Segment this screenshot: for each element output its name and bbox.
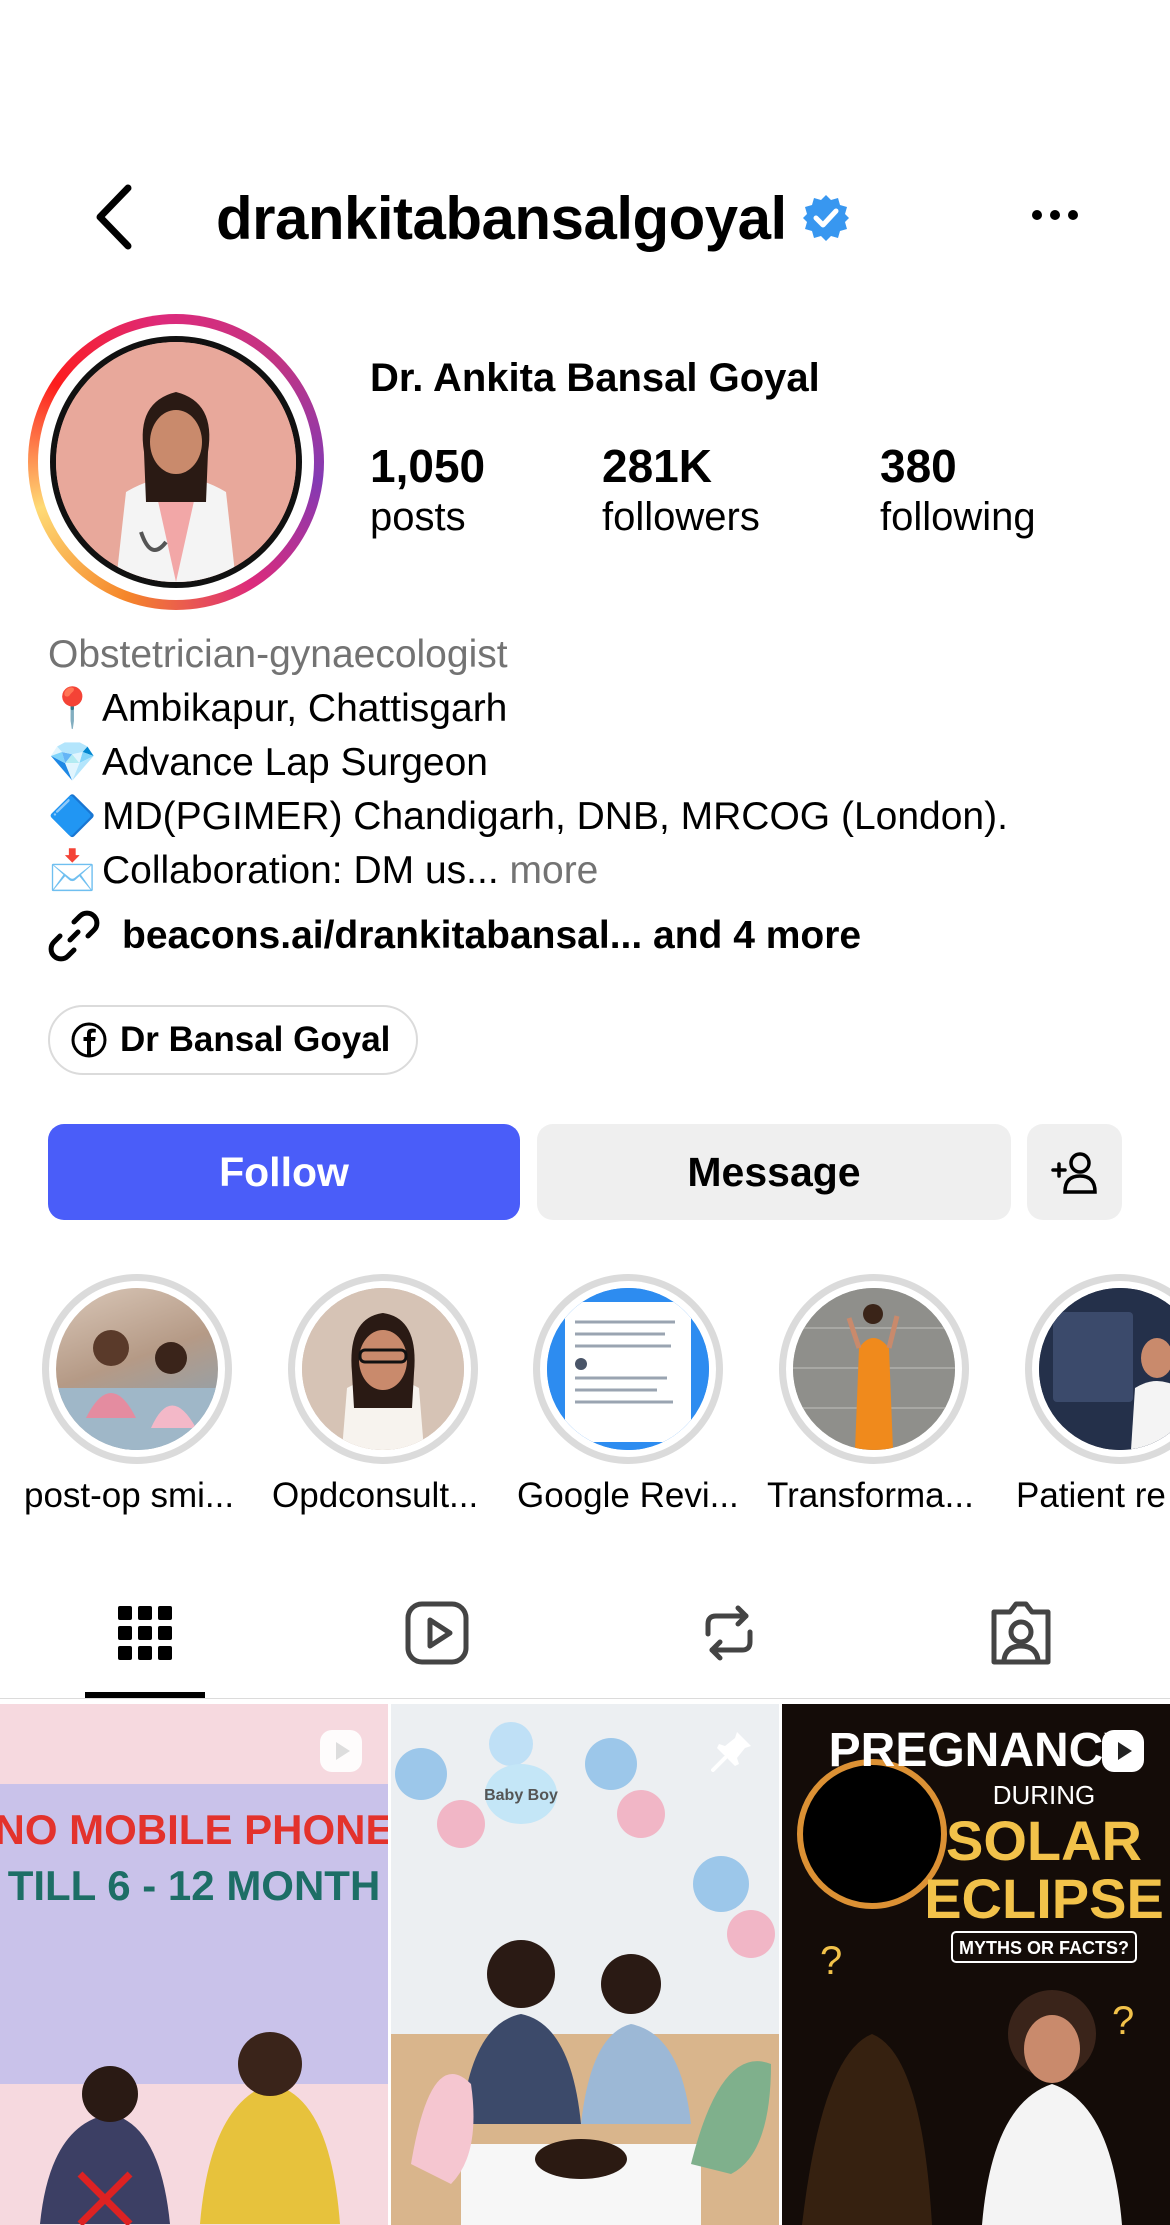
stat-value: 380 xyxy=(880,440,957,492)
avatar[interactable] xyxy=(50,336,302,588)
message-button[interactable]: Message xyxy=(537,1124,1011,1220)
highlight-opdconsult[interactable] xyxy=(288,1274,478,1464)
reel-badge-icon xyxy=(320,1730,362,1772)
bio-text: Collaboration: DM us... xyxy=(102,849,499,892)
highlight-label: Opdconsult... xyxy=(272,1476,479,1515)
bio-text: MD(PGIMER) Chandigarh, DNB, MRCOG (Londo… xyxy=(102,795,1008,838)
highlight-google-reviews[interactable] xyxy=(533,1274,723,1464)
highlight-thumbnail xyxy=(793,1288,955,1450)
bio-line-collab: 📩 Collaboration: DM us... more xyxy=(48,844,1128,898)
link-icon xyxy=(48,910,100,962)
post-tile[interactable]: Baby Boy xyxy=(391,1704,779,2225)
post-thumbnail: Baby Boy xyxy=(391,1704,779,2225)
post-text: MYTHS OR FACTS? xyxy=(959,1938,1129,1958)
highlight-post-op[interactable] xyxy=(42,1274,232,1464)
stat-label: following xyxy=(880,495,1036,539)
reel-badge-icon xyxy=(1102,1730,1144,1772)
highlight-patient-reviews[interactable] xyxy=(1025,1274,1170,1464)
username: drankitabansalgoyal xyxy=(216,184,787,252)
svg-text:?: ? xyxy=(1112,1999,1134,2043)
pinned-icon xyxy=(711,1732,751,1772)
post-text: PREGNANCY xyxy=(829,1724,1136,1777)
post-text: DURING xyxy=(993,1780,1096,1810)
stat-posts[interactable]: 1,050 posts xyxy=(370,440,485,542)
diamond-icon: 🔷 xyxy=(48,795,97,838)
post-text: NO MOBILE PHONE xyxy=(0,1806,388,1853)
grid-tab-icon[interactable] xyxy=(110,1598,180,1668)
bio: Obstetrician-gynaecologist 📍 Ambikapur, C… xyxy=(48,628,1128,898)
bio-text: Advance Lap Surgeon xyxy=(102,741,488,784)
link-text: beacons.ai/drankitabansal... and 4 more xyxy=(122,914,862,957)
reposts-tab-icon[interactable] xyxy=(694,1598,764,1668)
stat-followers[interactable]: 281K followers xyxy=(602,440,760,542)
gem-icon: 💎 xyxy=(48,741,97,784)
envelope-icon: 📩 xyxy=(48,849,97,892)
display-name: Dr. Ankita Bansal Goyal xyxy=(370,356,820,400)
highlight-thumbnail xyxy=(56,1330,218,1450)
highlight-label: Google Revi... xyxy=(517,1476,739,1515)
post-thumbnail: NO MOBILE PHONE TILL 6 - 12 MONTH xyxy=(0,1704,388,2225)
highlight-label: Transforma... xyxy=(767,1476,974,1515)
facebook-icon xyxy=(71,1022,107,1058)
verified-badge-icon xyxy=(802,195,849,241)
stat-label: posts xyxy=(370,495,466,539)
add-user-icon xyxy=(1050,1152,1097,1194)
pin-icon: 📍 xyxy=(48,687,97,730)
tagged-tab-icon[interactable] xyxy=(986,1598,1056,1668)
svg-text:?: ? xyxy=(820,1939,842,1983)
stat-value: 1,050 xyxy=(370,440,486,492)
post-text: Baby Boy xyxy=(484,1787,558,1804)
post-tile[interactable]: NO MOBILE PHONE TILL 6 - 12 MONTH xyxy=(0,1704,388,2225)
stat-value: 281K xyxy=(602,440,712,492)
external-link[interactable]: beacons.ai/drankitabansal... and 4 more xyxy=(48,910,861,962)
more-options-icon[interactable] xyxy=(1030,200,1080,230)
suggested-users-button[interactable] xyxy=(1027,1124,1122,1220)
highlight-label: Patient re xyxy=(1016,1476,1166,1515)
stat-label: followers xyxy=(602,495,760,539)
post-text: TILL 6 - 12 MONTH xyxy=(8,1862,381,1909)
stat-following[interactable]: 380 following xyxy=(880,440,1036,542)
bio-line-location: 📍 Ambikapur, Chattisgarh xyxy=(48,682,1128,736)
facebook-profile-chip[interactable]: Dr Bansal Goyal xyxy=(48,1005,419,1075)
facebook-label: Dr Bansal Goyal xyxy=(120,1020,391,1059)
highlight-thumbnail xyxy=(547,1288,709,1450)
post-text: ECLIPSE xyxy=(924,1867,1164,1930)
post-tile[interactable]: ? ? PREGNANCY DURING SOLAR ECLIPSE MYTHS… xyxy=(782,1704,1170,2225)
post-text: SOLAR xyxy=(946,1809,1142,1872)
username-header: drankitabansalgoyal xyxy=(216,180,851,256)
reels-tab-icon[interactable] xyxy=(402,1598,472,1668)
bio-line-qualifications: 🔷 MD(PGIMER) Chandigarh, DNB, MRCOG (Lond… xyxy=(48,790,1128,844)
tab-divider xyxy=(0,1698,1170,1699)
avatar-portrait xyxy=(56,342,296,582)
follow-button[interactable]: Follow xyxy=(48,1124,520,1220)
highlight-thumbnail xyxy=(302,1288,464,1450)
bio-more-link[interactable]: more xyxy=(510,849,599,892)
post-thumbnail: ? ? PREGNANCY DURING SOLAR ECLIPSE MYTHS… xyxy=(782,1704,1170,2225)
highlight-transformation[interactable] xyxy=(779,1274,969,1464)
bio-line-specialty: 💎 Advance Lap Surgeon xyxy=(48,736,1128,790)
bio-text: Ambikapur, Chattisgarh xyxy=(102,687,508,730)
back-chevron-icon[interactable] xyxy=(90,182,140,252)
highlight-label: post-op smi... xyxy=(24,1476,235,1515)
bio-category: Obstetrician-gynaecologist xyxy=(48,633,508,676)
